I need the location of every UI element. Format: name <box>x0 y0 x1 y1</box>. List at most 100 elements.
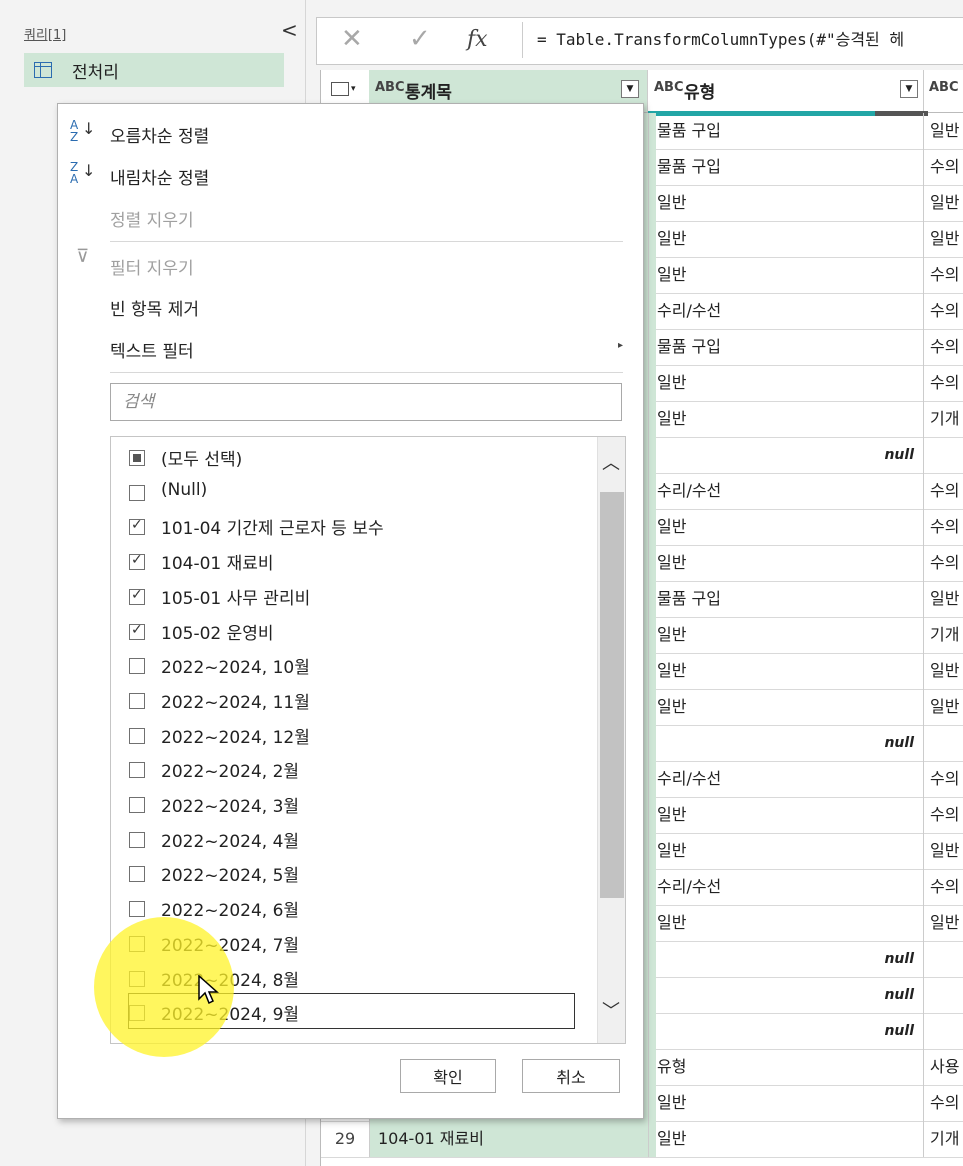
cell-column-3[interactable]: 수의 <box>923 797 963 833</box>
cell-유형[interactable]: null <box>648 725 926 761</box>
column-header-3[interactable]: ABC <box>923 70 963 112</box>
sort-ascending-item[interactable]: A Z ↓ 오름차순 정렬 <box>58 113 643 151</box>
text-filters-item[interactable]: 텍스트 필터 ▸ <box>58 328 643 366</box>
cell-유형[interactable]: null <box>648 1013 926 1049</box>
cell-유형[interactable]: 수리/수선 <box>648 473 932 509</box>
text-type-icon[interactable]: ABC <box>654 80 684 95</box>
cell-column-3[interactable]: 수의 <box>923 509 963 545</box>
checkbox[interactable] <box>129 622 145 640</box>
cell-유형[interactable]: 일반 <box>648 545 932 581</box>
checkbox[interactable] <box>129 797 145 813</box>
cell-column-3[interactable]: 일반 <box>923 689 963 725</box>
formula-input[interactable]: = Table.TransformColumnTypes(#"승격된 헤 <box>522 22 963 58</box>
cell-column-3[interactable] <box>923 977 963 1013</box>
cell-column-3[interactable]: 수의 <box>923 761 963 797</box>
query-item[interactable]: 전처리 <box>24 53 284 87</box>
search-input[interactable] <box>121 384 605 420</box>
cell-유형[interactable]: 일반 <box>648 257 932 293</box>
list-scrollbar[interactable]: ︿ ﹀ <box>597 437 625 1043</box>
scroll-up-icon[interactable]: ︿ <box>602 449 620 475</box>
text-type-icon[interactable]: ABC <box>375 80 405 95</box>
cell-유형[interactable]: 일반 <box>648 365 932 401</box>
cancel-formula-button[interactable]: ✕ <box>341 24 363 54</box>
checkbox[interactable] <box>129 552 145 571</box>
checkbox[interactable] <box>129 587 145 605</box>
cell-유형[interactable]: 일반 <box>648 401 932 437</box>
collapse-pane-button[interactable]: < <box>281 18 298 42</box>
cell-column-3[interactable]: 일반 <box>923 833 963 869</box>
cell-유형[interactable]: 일반 <box>648 221 932 257</box>
checkbox[interactable] <box>129 450 145 466</box>
cell-유형[interactable]: 유형 <box>648 1049 932 1085</box>
clear-filter-item[interactable]: ⊽ 필터 지우기 <box>58 245 643 283</box>
queries-header[interactable]: 쿼리[1] <box>24 24 66 43</box>
cell-유형[interactable]: 수리/수선 <box>648 869 932 905</box>
column-filter-dropdown[interactable]: ▼ <box>621 80 639 98</box>
column-header-유형[interactable]: ABC 유형 ▼ <box>648 70 924 112</box>
checkbox[interactable] <box>129 727 145 744</box>
cell-column-3[interactable]: 수의 <box>923 329 963 365</box>
cell-column-3[interactable]: 기개 <box>923 401 963 437</box>
cell-유형[interactable]: 수리/수선 <box>648 761 932 797</box>
cell-통계목[interactable]: 104-01 재료비 <box>369 1121 656 1157</box>
cell-column-3[interactable]: 수의 <box>923 473 963 509</box>
cell-유형[interactable]: 물품 구입 <box>648 329 932 365</box>
clear-sort-item[interactable]: 정렬 지우기 <box>58 197 643 235</box>
commit-formula-button[interactable]: ✓ <box>409 24 431 54</box>
cell-column-3[interactable]: 일반 <box>923 185 963 221</box>
cell-column-3[interactable] <box>923 725 963 761</box>
cell-column-3[interactable]: 수의 <box>923 869 963 905</box>
cell-column-3[interactable]: 수의 <box>923 257 963 293</box>
cell-유형[interactable]: 일반 <box>648 833 932 869</box>
cell-column-3[interactable] <box>923 437 963 473</box>
cell-유형[interactable]: 일반 <box>648 617 932 653</box>
cell-column-3[interactable]: 일반 <box>923 581 963 617</box>
cell-column-3[interactable]: 기개 <box>923 1121 963 1157</box>
cell-column-3[interactable]: 수의 <box>923 293 963 329</box>
cell-column-3[interactable]: 일반 <box>923 113 963 149</box>
cell-column-3[interactable]: 일반 <box>923 905 963 941</box>
cell-column-3[interactable]: 수의 <box>923 149 963 185</box>
cell-column-3[interactable]: 수의 <box>923 365 963 401</box>
cancel-button[interactable]: 취소 <box>522 1059 620 1093</box>
cell-유형[interactable]: 일반 <box>648 653 932 689</box>
cell-column-3[interactable] <box>923 941 963 977</box>
cell-column-3[interactable]: 수의 <box>923 545 963 581</box>
checkbox[interactable] <box>129 866 145 883</box>
row-number[interactable]: 29 <box>321 1129 369 1148</box>
checkbox[interactable] <box>129 901 145 918</box>
column-filter-dropdown[interactable]: ▼ <box>900 80 918 98</box>
insert-function-button[interactable]: fx <box>467 27 488 52</box>
checkbox[interactable] <box>129 831 145 848</box>
remove-empty-item[interactable]: 빈 항목 제거 <box>58 286 643 324</box>
cell-유형[interactable]: 물품 구입 <box>648 113 932 149</box>
checkbox[interactable] <box>129 484 145 501</box>
cell-유형[interactable]: 일반 <box>648 905 932 941</box>
sort-descending-item[interactable]: Z A ↓ 내림차순 정렬 <box>58 155 643 193</box>
cell-유형[interactable]: 일반 <box>648 797 932 833</box>
cell-유형[interactable]: null <box>648 941 926 977</box>
cell-column-3[interactable]: 사용 <box>923 1049 963 1085</box>
checkbox[interactable] <box>129 762 145 779</box>
scroll-thumb[interactable] <box>600 492 624 898</box>
cell-column-3[interactable]: 일반 <box>923 221 963 257</box>
scroll-down-icon[interactable]: ﹀ <box>602 997 620 1023</box>
cell-유형[interactable]: 일반 <box>648 1121 932 1157</box>
cell-유형[interactable]: 수리/수선 <box>648 293 932 329</box>
cell-유형[interactable]: 물품 구입 <box>648 581 932 617</box>
cell-column-3[interactable]: 기개 <box>923 617 963 653</box>
checkbox[interactable] <box>129 692 145 709</box>
cell-column-3[interactable] <box>923 1013 963 1049</box>
text-type-icon[interactable]: ABC <box>929 80 959 95</box>
checkbox[interactable] <box>129 658 145 675</box>
cell-column-3[interactable]: 수의 <box>923 1085 963 1121</box>
cell-유형[interactable]: null <box>648 437 926 473</box>
ok-button[interactable]: 확인 <box>400 1059 496 1093</box>
cell-유형[interactable]: 물품 구입 <box>648 149 932 185</box>
table-row[interactable]: 29 104-01 재료비 일반 기개 <box>321 1121 963 1158</box>
cell-유형[interactable]: 일반 <box>648 185 932 221</box>
cell-column-3[interactable]: 일반 <box>923 653 963 689</box>
cell-유형[interactable]: 일반 <box>648 689 932 725</box>
cell-유형[interactable]: 일반 <box>648 1085 932 1121</box>
cell-유형[interactable]: null <box>648 977 926 1013</box>
